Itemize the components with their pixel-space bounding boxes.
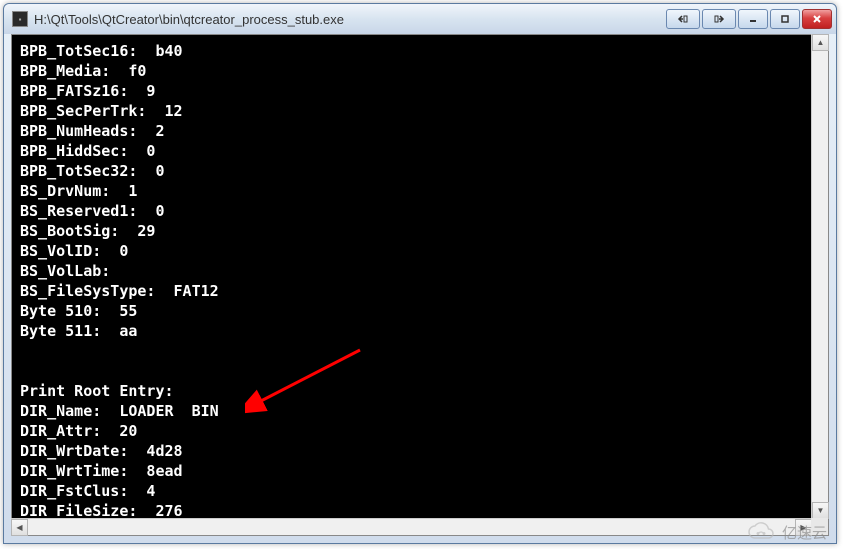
app-icon: ▪ bbox=[12, 11, 28, 27]
close-button[interactable] bbox=[802, 9, 832, 29]
console-line: DIR_WrtDate: 4d28 bbox=[20, 441, 820, 461]
console-line: Print Root Entry: bbox=[20, 381, 820, 401]
vertical-scrollbar[interactable]: ▲ ▼ bbox=[811, 34, 828, 519]
next-button[interactable] bbox=[702, 9, 736, 29]
console-line bbox=[20, 341, 820, 361]
console-line: BS_BootSig: 29 bbox=[20, 221, 820, 241]
console-line: BPB_TotSec16: b40 bbox=[20, 41, 820, 61]
console-line: BPB_FATSz16: 9 bbox=[20, 81, 820, 101]
console-line: DIR_Name: LOADER BIN bbox=[20, 401, 820, 421]
console-output: BPB_TotSec16: b40BPB_Media: f0BPB_FATSz1… bbox=[11, 34, 829, 536]
console-line: BPB_SecPerTrk: 12 bbox=[20, 101, 820, 121]
minimize-button[interactable] bbox=[738, 9, 768, 29]
console-line: BS_Reserved1: 0 bbox=[20, 201, 820, 221]
console-line: BPB_TotSec32: 0 bbox=[20, 161, 820, 181]
console-line: DIR_WrtTime: 8ead bbox=[20, 461, 820, 481]
console-line bbox=[20, 361, 820, 381]
watermark-text: 亿速云 bbox=[782, 522, 827, 543]
maximize-button[interactable] bbox=[770, 9, 800, 29]
console-line: BS_FileSysType: FAT12 bbox=[20, 281, 820, 301]
window-controls bbox=[666, 9, 832, 29]
scroll-up-button[interactable]: ▲ bbox=[812, 34, 829, 51]
console-line: BPB_Media: f0 bbox=[20, 61, 820, 81]
console-line: DIR_Attr: 20 bbox=[20, 421, 820, 441]
watermark-logo-icon bbox=[746, 521, 776, 543]
titlebar[interactable]: ▪ H:\Qt\Tools\QtCreator\bin\qtcreator_pr… bbox=[4, 4, 836, 34]
console-window: ▪ H:\Qt\Tools\QtCreator\bin\qtcreator_pr… bbox=[3, 3, 837, 544]
watermark: 亿速云 bbox=[746, 521, 827, 543]
console-line: BS_DrvNum: 1 bbox=[20, 181, 820, 201]
scroll-left-button[interactable]: ◀ bbox=[11, 519, 28, 536]
horizontal-scrollbar[interactable]: ◀ ▶ bbox=[11, 518, 812, 535]
console-line: DIR_FstClus: 4 bbox=[20, 481, 820, 501]
console-line: BPB_HiddSec: 0 bbox=[20, 141, 820, 161]
console-line: Byte 511: aa bbox=[20, 321, 820, 341]
prev-button[interactable] bbox=[666, 9, 700, 29]
console-line: Byte 510: 55 bbox=[20, 301, 820, 321]
window-title: H:\Qt\Tools\QtCreator\bin\qtcreator_proc… bbox=[34, 12, 666, 27]
console-line: BS_VolID: 0 bbox=[20, 241, 820, 261]
console-line: BS_VolLab: bbox=[20, 261, 820, 281]
scroll-down-button[interactable]: ▼ bbox=[812, 502, 829, 519]
console-line: BPB_NumHeads: 2 bbox=[20, 121, 820, 141]
